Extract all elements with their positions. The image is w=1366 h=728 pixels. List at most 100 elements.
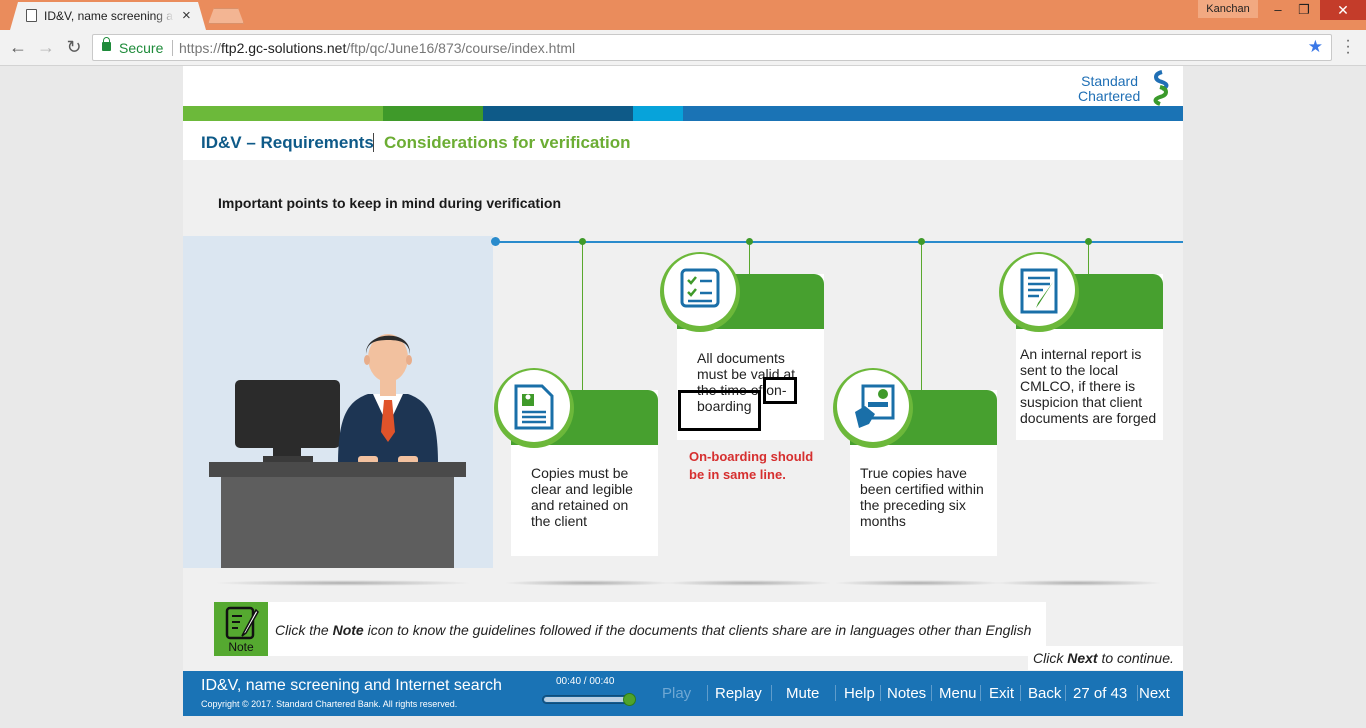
checklist-icon: [680, 268, 720, 308]
timeline-connector: [1088, 242, 1089, 274]
page-counter: 27 of 43: [1073, 685, 1128, 702]
shadow: [993, 580, 1163, 586]
timeline-node: [579, 238, 586, 245]
progress-fill: [544, 697, 632, 702]
card-line: the client: [531, 513, 588, 529]
timeline-connector: [921, 242, 922, 394]
card-text: Copies must be clear and legible and ret…: [531, 465, 633, 529]
header-strip-1: [183, 106, 383, 121]
divider: [931, 685, 932, 701]
page-title: Considerations for verification: [384, 133, 631, 152]
divider: [1137, 685, 1138, 701]
card-line: True copies have: [860, 465, 967, 481]
brand-logo-text: Standard Chartered: [1078, 74, 1140, 104]
forward-arrow-icon[interactable]: →: [34, 36, 58, 60]
annotation-comment: On-boarding should be in same line.: [689, 448, 829, 484]
annotation-box: [678, 390, 761, 431]
card-line: suspicion that client: [1020, 394, 1143, 410]
timeline-node: [746, 238, 753, 245]
bookmark-star-icon[interactable]: ★: [1308, 37, 1323, 57]
shadow: [503, 580, 673, 586]
url-host: ftp2.gc-solutions.net: [221, 40, 347, 56]
profile-button[interactable]: Kanchan: [1198, 0, 1258, 18]
note-button[interactable]: Note: [214, 602, 268, 656]
tab-title: ID&V, name screening an: [44, 9, 174, 23]
exit-button[interactable]: Exit: [989, 685, 1014, 702]
progress-slider[interactable]: [542, 693, 636, 706]
continue-pre: Click: [1033, 650, 1068, 666]
next-button[interactable]: Next: [1139, 685, 1170, 702]
new-tab-button[interactable]: [208, 8, 244, 24]
office-illustration: [183, 236, 493, 583]
card-line: months: [860, 513, 906, 529]
card-line: All documents: [697, 350, 785, 366]
card-line: and retained on: [531, 497, 629, 513]
timeline-connector: [582, 242, 583, 394]
divider: [980, 685, 981, 701]
card-line: Copies must be: [531, 465, 629, 481]
back-arrow-icon[interactable]: ←: [6, 36, 30, 60]
page-icon: [26, 9, 37, 22]
note-instruction: Click the Note icon to know the guidelin…: [275, 622, 1031, 638]
address-bar[interactable]: Secure https://ftp2.gc-solutions.net/ftp…: [92, 34, 1332, 61]
url-scheme: https://: [179, 40, 222, 56]
section-heading: Important points to keep in mind during …: [218, 195, 562, 211]
divider: [1065, 685, 1066, 701]
standard-chartered-logo-icon: [1153, 70, 1169, 106]
browser-tab[interactable]: ID&V, name screening an ×: [10, 2, 206, 30]
card-icon-badge: [833, 368, 913, 448]
url-path: /ftp/qc/June16/873/course/index.html: [346, 40, 576, 56]
card-line: sent to the local: [1020, 362, 1119, 378]
card-icon-badge: [494, 368, 574, 448]
browser-menu-icon[interactable]: · · ·: [1342, 33, 1354, 61]
play-button[interactable]: Play: [662, 685, 691, 702]
card-text: An internal report is sent to the local …: [1020, 346, 1156, 426]
notes-button[interactable]: Notes: [887, 685, 926, 702]
browser-toolbar: ← → ↻ Secure https://ftp2.gc-solutions.n…: [0, 30, 1366, 66]
card-line: the preceding six: [860, 497, 966, 513]
url-text[interactable]: https://ftp2.gc-solutions.net/ftp/qc/Jun…: [179, 40, 575, 56]
employee-at-desk-icon: [209, 334, 466, 583]
breadcrumb-divider: [373, 133, 374, 152]
note-text-bold: Note: [332, 622, 364, 638]
timer: 00:40 / 00:40: [556, 676, 615, 687]
continue-post: to continue.: [1097, 650, 1174, 666]
course-title: ID&V, name screening and Internet search: [201, 677, 502, 694]
note-pencil-icon: [225, 606, 259, 640]
timeline-start-dot: [491, 237, 500, 246]
card-line: CMLCO, if there is: [1020, 378, 1136, 394]
divider: [835, 685, 836, 701]
divider: [880, 685, 881, 701]
divider: [707, 685, 708, 701]
card-icon-badge: [660, 252, 740, 332]
help-button[interactable]: Help: [844, 685, 875, 702]
lock-icon: [102, 37, 111, 51]
note-text-post: icon to know the guidelines followed if …: [363, 622, 1032, 638]
progress-knob[interactable]: [623, 693, 636, 706]
minimize-icon[interactable]: –: [1264, 0, 1292, 20]
reload-icon[interactable]: ↻: [62, 36, 86, 60]
header-strip-2: [383, 106, 483, 121]
card-icon-badge: [999, 252, 1079, 332]
annotation-box: [763, 377, 797, 404]
menu-button[interactable]: Menu: [939, 685, 977, 702]
note-bar: Note Click the Note icon to know the gui…: [214, 602, 1046, 656]
card-line: documents are forged: [1020, 410, 1157, 426]
report-icon: [1020, 268, 1058, 314]
mute-button[interactable]: Mute: [786, 685, 819, 702]
document-profile-icon: [514, 384, 554, 430]
timeline-connector: [749, 242, 750, 274]
divider: [1020, 685, 1021, 701]
window-close-icon[interactable]: ✕: [1320, 0, 1366, 20]
card-line: been certified within: [860, 481, 984, 497]
header-strip-5: [683, 106, 1183, 121]
shadow: [663, 580, 833, 586]
tab-close-icon[interactable]: ×: [182, 7, 191, 24]
annotation-line: On-boarding should: [689, 449, 814, 464]
replay-button[interactable]: Replay: [715, 685, 762, 702]
back-button[interactable]: Back: [1028, 685, 1061, 702]
certificate-icon: [855, 384, 895, 428]
maximize-icon[interactable]: ❐: [1290, 0, 1318, 20]
annotation-line: be in same line.: [689, 467, 786, 482]
timeline-line: [495, 241, 1183, 243]
